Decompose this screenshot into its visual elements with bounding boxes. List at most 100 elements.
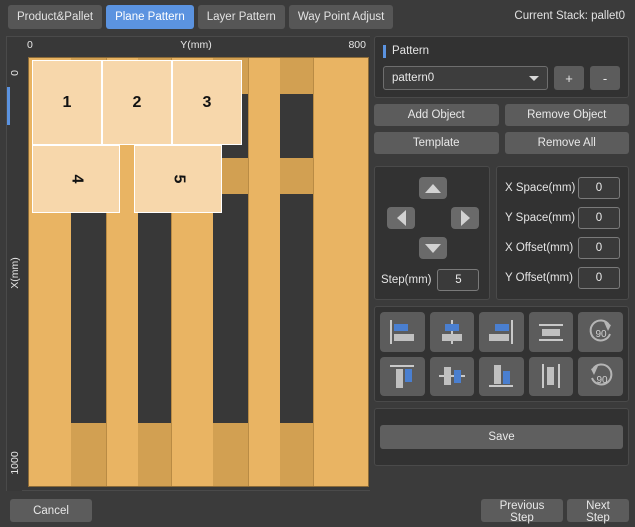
add-pattern-button[interactable]: + bbox=[554, 66, 584, 90]
x-offset-field: X Offset(mm) bbox=[505, 237, 620, 259]
align-left-icon bbox=[385, 317, 419, 347]
distribute-vertical-button[interactable] bbox=[528, 356, 574, 396]
object-buttons: Add Object Remove Object Template Remove… bbox=[374, 104, 629, 154]
x-offset-input[interactable] bbox=[578, 237, 620, 259]
rotate-ccw-label: 90 bbox=[596, 375, 608, 386]
pallet-block bbox=[213, 423, 248, 486]
y-space-field: Y Space(mm) bbox=[505, 207, 620, 229]
step-input[interactable] bbox=[437, 269, 480, 291]
save-group: Save bbox=[374, 408, 629, 466]
y-axis-ruler: 0 Y(mm) 800 bbox=[22, 37, 370, 55]
pattern-box-label: 2 bbox=[132, 93, 142, 111]
x-axis-title: X(mm) bbox=[8, 257, 21, 289]
pattern-box-label: 4 bbox=[68, 174, 85, 184]
next-step-button[interactable]: Next Step bbox=[567, 499, 629, 524]
y-axis-max-label: 800 bbox=[348, 39, 366, 51]
pallet-block bbox=[71, 423, 106, 486]
current-stack-label: Current Stack: pallet0 bbox=[514, 10, 625, 22]
move-up-button[interactable] bbox=[419, 177, 447, 199]
footer-bar: Cancel Previous Step Next Step bbox=[0, 491, 635, 527]
align-top-icon bbox=[385, 361, 419, 391]
accent-bar-icon bbox=[383, 44, 386, 58]
pallet-seam bbox=[313, 58, 314, 486]
y-space-input[interactable] bbox=[578, 207, 620, 229]
move-and-spacing-row: Step(mm) X Space(mm) Y Space(mm) X Offse… bbox=[374, 166, 629, 300]
x-space-field: X Space(mm) bbox=[505, 177, 620, 199]
pallet-gap bbox=[213, 194, 248, 423]
align-center-vertical-button[interactable] bbox=[429, 356, 475, 396]
template-button[interactable]: Template bbox=[374, 132, 499, 154]
y-space-label: Y Space(mm) bbox=[505, 212, 576, 224]
pallet-block bbox=[280, 58, 313, 94]
tab-way-point-adjust[interactable]: Way Point Adjust bbox=[288, 5, 394, 29]
pattern-box[interactable]: 4 bbox=[32, 145, 120, 213]
add-object-button[interactable]: Add Object bbox=[374, 104, 499, 126]
pattern-canvas-panel: 0 Y(mm) 800 0 X(mm) 1000 1 2 3 4 5 bbox=[6, 36, 370, 491]
tab-layer-pattern[interactable]: Layer Pattern bbox=[197, 5, 285, 29]
remove-object-button[interactable]: Remove Object bbox=[504, 104, 629, 126]
pattern-box[interactable]: 5 bbox=[134, 145, 222, 213]
rotate-cw-label: 90 bbox=[595, 329, 607, 340]
x-axis-min-label: 0 bbox=[8, 70, 21, 76]
move-dpad-group: Step(mm) bbox=[374, 166, 490, 300]
align-center-horizontal-button[interactable] bbox=[429, 312, 475, 352]
plane-pattern-window: Product&Pallet Plane Pattern Layer Patte… bbox=[0, 0, 635, 527]
rotate-clockwise-90-icon: 90 bbox=[584, 317, 618, 347]
tab-product-pallet[interactable]: Product&Pallet bbox=[8, 5, 103, 29]
align-bottom-button[interactable] bbox=[479, 356, 524, 396]
move-left-button[interactable] bbox=[387, 207, 415, 229]
rotate-counterclockwise-90-button[interactable]: 90 bbox=[578, 356, 623, 396]
remove-all-button[interactable]: Remove All bbox=[504, 132, 629, 154]
pallet-seam bbox=[248, 58, 249, 486]
step-label: Step(mm) bbox=[381, 274, 432, 286]
remove-pattern-button[interactable]: - bbox=[590, 66, 620, 90]
align-left-button[interactable] bbox=[380, 312, 425, 352]
pattern-box-label: 1 bbox=[62, 93, 72, 111]
tab-plane-pattern[interactable]: Plane Pattern bbox=[106, 5, 194, 29]
cancel-button[interactable]: Cancel bbox=[10, 499, 92, 522]
pattern-box-label: 5 bbox=[170, 174, 187, 184]
pallet-gap bbox=[71, 194, 106, 423]
spacing-fields-group: X Space(mm) Y Space(mm) X Offset(mm) Y O… bbox=[496, 166, 629, 300]
align-center-vertical-icon bbox=[435, 361, 469, 391]
y-axis-min-label: 0 bbox=[27, 39, 33, 51]
align-center-horizontal-icon bbox=[435, 317, 469, 347]
align-right-icon bbox=[484, 317, 518, 347]
previous-step-button[interactable]: Previous Step bbox=[481, 499, 563, 524]
rotate-counterclockwise-90-icon: 90 bbox=[584, 361, 618, 391]
pallet-block bbox=[280, 423, 313, 486]
pallet-plot-area[interactable]: 1 2 3 4 5 bbox=[22, 55, 370, 490]
align-bottom-icon bbox=[484, 361, 518, 391]
align-top-button[interactable] bbox=[380, 356, 425, 396]
arrow-up-icon bbox=[425, 183, 441, 193]
x-space-input[interactable] bbox=[578, 177, 620, 199]
pattern-group-title: Pattern bbox=[383, 43, 620, 59]
y-axis-title: Y(mm) bbox=[180, 39, 212, 51]
canvas-selection-marker bbox=[7, 87, 10, 125]
y-offset-input[interactable] bbox=[578, 267, 620, 289]
pattern-box[interactable]: 3 bbox=[172, 60, 242, 145]
pattern-select-value: pattern0 bbox=[392, 72, 435, 84]
arrow-down-icon bbox=[425, 243, 441, 253]
chevron-down-icon bbox=[529, 76, 539, 81]
move-right-button[interactable] bbox=[451, 207, 479, 229]
align-buttons-group: 90 90 bbox=[374, 306, 629, 402]
y-offset-field: Y Offset(mm) bbox=[505, 267, 620, 289]
pattern-select[interactable]: pattern0 bbox=[383, 66, 548, 90]
distribute-horizontal-button[interactable] bbox=[528, 312, 574, 352]
pattern-group-title-text: Pattern bbox=[392, 45, 430, 57]
step-row: Step(mm) bbox=[381, 269, 480, 291]
move-down-button[interactable] bbox=[419, 237, 447, 259]
align-right-button[interactable] bbox=[479, 312, 524, 352]
distribute-vertical-icon bbox=[534, 361, 568, 391]
pallet-gap bbox=[138, 194, 171, 423]
save-button[interactable]: Save bbox=[380, 425, 623, 449]
pallet-block bbox=[138, 423, 171, 486]
arrow-right-icon bbox=[460, 210, 470, 226]
pattern-box[interactable]: 1 bbox=[32, 60, 102, 145]
pattern-group: Pattern pattern0 + - bbox=[374, 36, 629, 98]
x-axis-max-label: 1000 bbox=[8, 451, 21, 475]
x-space-label: X Space(mm) bbox=[505, 182, 576, 194]
pattern-box[interactable]: 2 bbox=[102, 60, 172, 145]
rotate-clockwise-90-button[interactable]: 90 bbox=[578, 312, 623, 352]
